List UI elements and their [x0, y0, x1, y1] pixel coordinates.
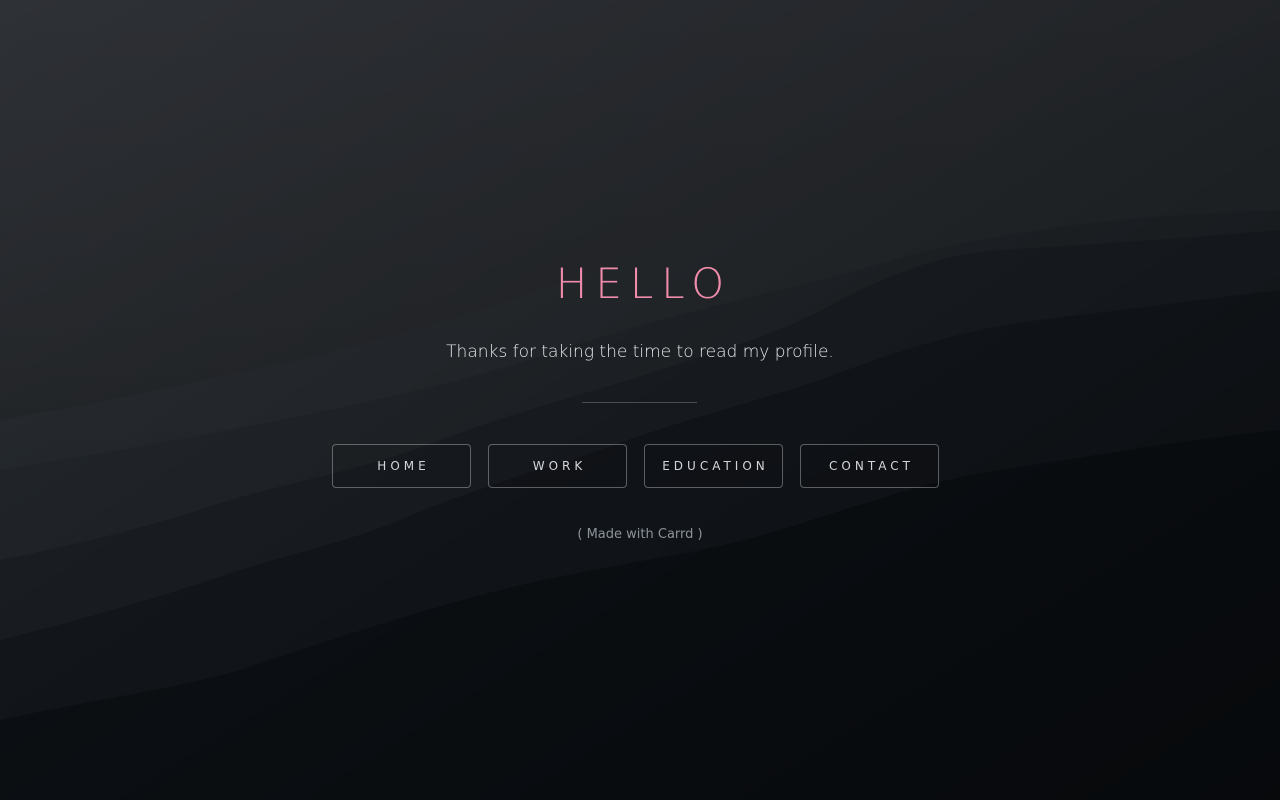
page-title: HELLO: [555, 259, 733, 308]
nav-buttons: HOME WORK EDUCATION CONTACT: [332, 444, 948, 490]
education-button[interactable]: EDUCATION: [644, 444, 783, 488]
credit-open-paren: (: [577, 527, 583, 542]
made-with-carrd-link[interactable]: Made with Carrd: [587, 527, 694, 542]
home-button[interactable]: HOME: [332, 444, 471, 488]
contact-button[interactable]: CONTACT: [800, 444, 939, 488]
work-button[interactable]: WORK: [488, 444, 627, 488]
credit-close-paren: ): [697, 527, 703, 542]
intro-text: Thanks for taking the time to read my pr…: [446, 342, 834, 362]
divider: [582, 402, 697, 403]
main-content: HELLO Thanks for taking the time to read…: [0, 0, 1280, 800]
credit-footer: ( Made with Carrd ): [0, 525, 1280, 545]
